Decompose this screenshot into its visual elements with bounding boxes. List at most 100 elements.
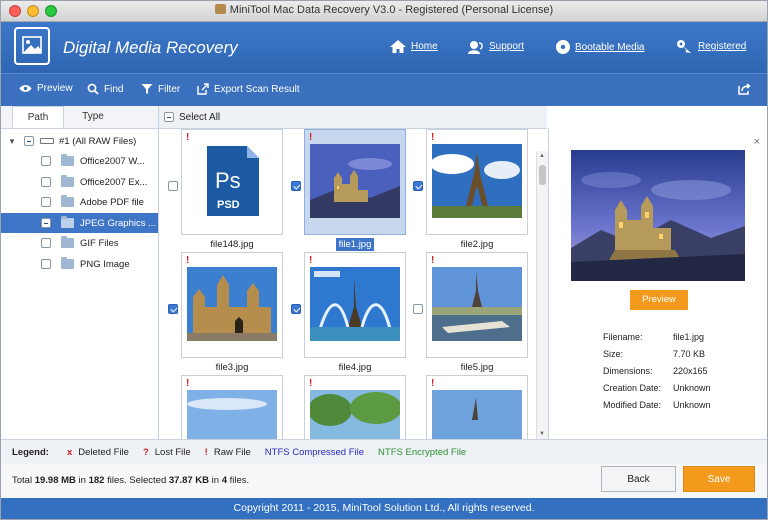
home-link-label: Home bbox=[411, 41, 438, 52]
filter-tool-label: Filter bbox=[158, 83, 181, 95]
file-checkbox[interactable] bbox=[291, 181, 301, 191]
file-thumbnail[interactable]: ! bbox=[304, 129, 406, 235]
drive-icon bbox=[40, 138, 54, 144]
close-icon[interactable]: × bbox=[754, 136, 760, 148]
tree-item[interactable]: Office2007 Ex... bbox=[1, 172, 158, 192]
file-checkbox[interactable] bbox=[168, 181, 178, 191]
folder-icon bbox=[61, 236, 74, 248]
bootable-media-link[interactable]: Bootable Media bbox=[555, 39, 645, 55]
raw-mark-icon: ! bbox=[204, 446, 208, 458]
meta-dimensions: Dimensions: 220x165 bbox=[603, 366, 708, 376]
thumbnail-image bbox=[310, 267, 400, 341]
status-text: Total bbox=[12, 475, 33, 486]
raw-file-mark-icon: ! bbox=[186, 255, 190, 266]
file-thumbnail[interactable]: ! bbox=[426, 375, 528, 439]
find-tool-button[interactable]: Find bbox=[87, 83, 123, 95]
support-link[interactable]: Support bbox=[467, 39, 524, 54]
raw-file-mark-icon: ! bbox=[431, 255, 435, 266]
select-all-label: Select All bbox=[179, 111, 221, 123]
back-button[interactable]: Back bbox=[601, 466, 676, 492]
toolbar: Preview Find Filter Export Scan Result bbox=[1, 73, 767, 106]
tab-path[interactable]: Path bbox=[12, 106, 64, 128]
disc-icon bbox=[556, 40, 570, 54]
app-title: Digital Media Recovery bbox=[63, 38, 238, 57]
tree-item-jpeg-selected[interactable]: JPEG Graphics ... bbox=[1, 213, 158, 233]
thumbnail-image bbox=[432, 267, 522, 341]
scroll-down-arrow-icon[interactable]: ▼ bbox=[539, 431, 545, 437]
folder-icon bbox=[61, 257, 74, 269]
raw-file-mark-icon: ! bbox=[186, 378, 190, 389]
share-icon[interactable] bbox=[738, 83, 751, 98]
file-thumbnail[interactable]: ! bbox=[426, 252, 528, 358]
file-thumbnail[interactable]: ! Ps PSD bbox=[181, 129, 283, 235]
file-checkbox[interactable] bbox=[413, 304, 423, 314]
file-name[interactable]: file1.jpg bbox=[295, 238, 415, 251]
key-icon bbox=[677, 40, 691, 53]
file-name[interactable]: file148.jpg bbox=[172, 239, 292, 250]
file-thumbnail[interactable]: ! bbox=[181, 252, 283, 358]
tree-item-checkbox[interactable] bbox=[41, 218, 51, 228]
eye-icon bbox=[19, 85, 32, 92]
tree-item-checkbox[interactable] bbox=[41, 259, 51, 269]
thumbnail-image bbox=[310, 144, 400, 218]
file-thumbnail[interactable]: ! bbox=[304, 252, 406, 358]
file-name[interactable]: file2.jpg bbox=[417, 239, 537, 250]
tree-item-label: Office2007 W... bbox=[80, 155, 145, 167]
raw-file-mark-icon: ! bbox=[309, 378, 313, 389]
meta-value: Unknown bbox=[673, 400, 711, 410]
tree-pane: Path Type ▼ #1 (All RAW Files) Office200… bbox=[1, 106, 159, 439]
total-files: 182 bbox=[88, 475, 105, 486]
file-checkbox[interactable] bbox=[291, 304, 301, 314]
grid-scrollbar[interactable]: ▲ ▼ bbox=[536, 151, 548, 439]
filter-tool-button[interactable]: Filter bbox=[141, 83, 180, 95]
expand-arrow-icon[interactable]: ▼ bbox=[8, 137, 18, 146]
file-thumbnail[interactable]: ! bbox=[426, 129, 528, 235]
file-name[interactable]: file5.jpg bbox=[417, 362, 537, 373]
home-link[interactable]: Home bbox=[389, 39, 438, 54]
lost-mark-icon: ? bbox=[142, 446, 149, 458]
file-thumbnail[interactable]: ! bbox=[304, 375, 406, 439]
legend-bar: Legend: x Deleted File ? Lost File ! Raw… bbox=[1, 439, 767, 465]
thumbnail-image bbox=[308, 390, 402, 439]
preview-tool-label: Preview bbox=[37, 83, 73, 94]
bootable-media-link-label: Bootable Media bbox=[575, 41, 645, 53]
file-name[interactable]: file4.jpg bbox=[295, 362, 415, 373]
tree-tabs: Path Type bbox=[1, 106, 158, 129]
meta-key: Creation Date: bbox=[603, 383, 662, 393]
tree-item[interactable]: GIF Files bbox=[1, 233, 158, 253]
select-all-checkbox[interactable] bbox=[164, 112, 174, 122]
preview-button[interactable]: Preview bbox=[630, 290, 688, 310]
select-all-row[interactable]: Select All bbox=[159, 106, 547, 129]
tree-item-checkbox[interactable] bbox=[41, 156, 51, 166]
scroll-thumb[interactable] bbox=[539, 165, 546, 185]
file-checkbox[interactable] bbox=[168, 304, 178, 314]
file-checkbox[interactable] bbox=[413, 181, 423, 191]
tree-item[interactable]: Office2007 W... bbox=[1, 151, 158, 171]
tree-item[interactable]: PNG Image bbox=[1, 254, 158, 274]
support-icon bbox=[468, 41, 483, 54]
copyright-footer: Copyright 2011 - 2015, MiniTool Solution… bbox=[1, 498, 767, 519]
tree-item-checkbox[interactable] bbox=[41, 238, 51, 248]
tree-item-checkbox[interactable] bbox=[41, 197, 51, 207]
tab-type[interactable]: Type bbox=[67, 106, 119, 128]
legend-raw-label: Raw File bbox=[213, 446, 251, 458]
save-button[interactable]: Save bbox=[683, 466, 755, 492]
raw-file-mark-icon: ! bbox=[431, 132, 435, 143]
meta-filename: Filename: file1.jpg bbox=[603, 332, 704, 342]
file-thumbnail[interactable]: ! bbox=[181, 375, 283, 439]
folder-icon bbox=[61, 195, 74, 207]
scroll-up-arrow-icon[interactable]: ▲ bbox=[539, 153, 545, 159]
meta-value: file1.jpg bbox=[673, 332, 705, 342]
file-name[interactable]: file3.jpg bbox=[172, 362, 292, 373]
registered-link[interactable]: Registered bbox=[676, 39, 746, 54]
export-scan-result-button[interactable]: Export Scan Result bbox=[197, 83, 300, 95]
tree-item-checkbox[interactable] bbox=[41, 177, 51, 187]
tree-root[interactable]: ▼ #1 (All RAW Files) bbox=[1, 131, 158, 151]
filter-icon bbox=[141, 84, 153, 94]
total-size: 19.98 MB bbox=[34, 475, 76, 486]
tree-item[interactable]: Adobe PDF file bbox=[1, 192, 158, 212]
tree-root-checkbox[interactable] bbox=[24, 136, 34, 146]
ps-glyph: Ps bbox=[215, 168, 241, 193]
preview-tool-button[interactable]: Preview bbox=[19, 83, 73, 94]
meta-key: Dimensions: bbox=[603, 366, 653, 376]
